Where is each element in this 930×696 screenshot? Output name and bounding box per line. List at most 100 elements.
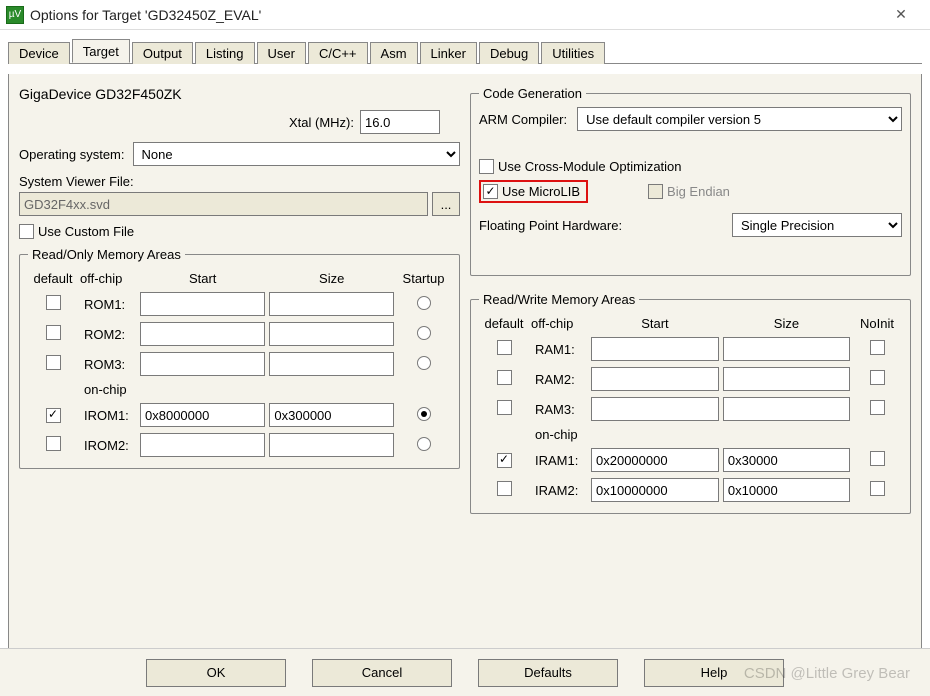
rw-memory-legend: Read/Write Memory Areas	[479, 292, 639, 307]
table-row: IROM2:	[28, 430, 451, 460]
ram2-start[interactable]	[591, 367, 719, 391]
ram2-size[interactable]	[723, 367, 850, 391]
ok-button[interactable]: OK	[146, 659, 286, 687]
table-row: RAM3:	[479, 394, 902, 424]
rom3-size[interactable]	[269, 352, 394, 376]
irom1-default-check[interactable]	[46, 408, 61, 423]
help-button[interactable]: Help	[644, 659, 784, 687]
iram2-label: IRAM2:	[529, 475, 589, 505]
rom2-size[interactable]	[269, 322, 394, 346]
iram1-start[interactable]	[591, 448, 719, 472]
iram1-noinit-check[interactable]	[870, 451, 885, 466]
svf-label: System Viewer File:	[19, 174, 460, 189]
rom2-startup-radio[interactable]	[417, 326, 431, 340]
table-row: IROM1:	[28, 400, 451, 430]
os-select[interactable]: None	[133, 142, 461, 166]
ram1-size[interactable]	[723, 337, 850, 361]
ram1-label: RAM1:	[529, 334, 589, 364]
rom3-start[interactable]	[140, 352, 265, 376]
big-endian-check	[648, 184, 663, 199]
iram2-size[interactable]	[723, 478, 850, 502]
tab-user[interactable]: User	[257, 42, 306, 64]
ro-memory-legend: Read/Only Memory Areas	[28, 247, 185, 262]
window-title: Options for Target 'GD32450Z_EVAL'	[30, 7, 878, 23]
iram2-start[interactable]	[591, 478, 719, 502]
tab-target[interactable]: Target	[72, 39, 130, 63]
fph-select[interactable]: Single Precision	[732, 213, 902, 237]
xtal-label: Xtal (MHz):	[289, 115, 354, 130]
cross-module-check[interactable]	[479, 159, 494, 174]
iram1-default-check[interactable]	[497, 453, 512, 468]
ram1-start[interactable]	[591, 337, 719, 361]
irom2-start[interactable]	[140, 433, 265, 457]
arm-compiler-label: ARM Compiler:	[479, 112, 567, 127]
irom1-start[interactable]	[140, 403, 265, 427]
use-microlib-check[interactable]	[483, 184, 498, 199]
svf-browse-button[interactable]: ...	[432, 192, 460, 216]
iram2-default-check[interactable]	[497, 481, 512, 496]
defaults-button[interactable]: Defaults	[478, 659, 618, 687]
ram3-default-check[interactable]	[497, 400, 512, 415]
tab-listing[interactable]: Listing	[195, 42, 255, 64]
iram1-label: IRAM1:	[529, 445, 589, 475]
rom3-startup-radio[interactable]	[417, 356, 431, 370]
irom1-size[interactable]	[269, 403, 394, 427]
ram3-noinit-check[interactable]	[870, 400, 885, 415]
rom1-size[interactable]	[269, 292, 394, 316]
rom3-label: ROM3:	[78, 349, 138, 379]
table-row: ROM2:	[28, 319, 451, 349]
tab-output[interactable]: Output	[132, 42, 193, 64]
cross-module-label: Use Cross-Module Optimization	[498, 159, 682, 174]
rom1-startup-radio[interactable]	[417, 296, 431, 310]
irom2-size[interactable]	[269, 433, 394, 457]
use-microlib-label: Use MicroLIB	[502, 184, 580, 199]
rom1-start[interactable]	[140, 292, 265, 316]
ro-memory-group: Read/Only Memory Areas default off-chip …	[19, 247, 460, 469]
ro-memory-table: default off-chip Start Size Startup ROM1…	[28, 268, 451, 460]
irom1-startup-radio[interactable]	[417, 407, 431, 421]
ram2-noinit-check[interactable]	[870, 370, 885, 385]
rom1-label: ROM1:	[78, 289, 138, 319]
tab-utilities[interactable]: Utilities	[541, 42, 605, 64]
tab-device[interactable]: Device	[8, 42, 70, 64]
ellipsis-icon: ...	[441, 197, 452, 212]
close-icon[interactable]: ✕	[878, 3, 924, 27]
rom2-default-check[interactable]	[46, 325, 61, 340]
ram2-default-check[interactable]	[497, 370, 512, 385]
ram1-noinit-check[interactable]	[870, 340, 885, 355]
ram3-start[interactable]	[591, 397, 719, 421]
rw-memory-table: default off-chip Start Size NoInit RAM1:	[479, 313, 902, 505]
tab-debug[interactable]: Debug	[479, 42, 539, 64]
dialog-button-bar: OK Cancel Defaults Help	[0, 648, 930, 696]
cancel-button[interactable]: Cancel	[312, 659, 452, 687]
big-endian-row: Big Endian	[648, 184, 730, 199]
irom2-startup-radio[interactable]	[417, 437, 431, 451]
use-microlib-row[interactable]: Use MicroLIB	[483, 184, 580, 199]
use-custom-file-check[interactable]	[19, 224, 34, 239]
table-row: ROM3:	[28, 349, 451, 379]
svf-input	[19, 192, 428, 216]
tab-strip: Device Target Output Listing User C/C++ …	[8, 36, 922, 64]
tab-ccpp[interactable]: C/C++	[308, 42, 368, 64]
xtal-input[interactable]	[360, 110, 440, 134]
rw-memory-group: Read/Write Memory Areas default off-chip…	[470, 292, 911, 514]
arm-compiler-select[interactable]: Use default compiler version 5	[577, 107, 902, 131]
iram1-size[interactable]	[723, 448, 850, 472]
use-custom-file-label: Use Custom File	[38, 224, 134, 239]
rom1-default-check[interactable]	[46, 295, 61, 310]
ram1-default-check[interactable]	[497, 340, 512, 355]
irom2-label: IROM2:	[78, 430, 138, 460]
cross-module-row[interactable]: Use Cross-Module Optimization	[479, 159, 902, 174]
rom3-default-check[interactable]	[46, 355, 61, 370]
tab-asm[interactable]: Asm	[370, 42, 418, 64]
iram2-noinit-check[interactable]	[870, 481, 885, 496]
os-label: Operating system:	[19, 147, 125, 162]
table-row: ROM1:	[28, 289, 451, 319]
rom2-start[interactable]	[140, 322, 265, 346]
table-row: IRAM2:	[479, 475, 902, 505]
irom2-default-check[interactable]	[46, 436, 61, 451]
table-row: IRAM1:	[479, 445, 902, 475]
tab-linker[interactable]: Linker	[420, 42, 477, 64]
use-custom-file-row[interactable]: Use Custom File	[19, 224, 460, 239]
ram3-size[interactable]	[723, 397, 850, 421]
